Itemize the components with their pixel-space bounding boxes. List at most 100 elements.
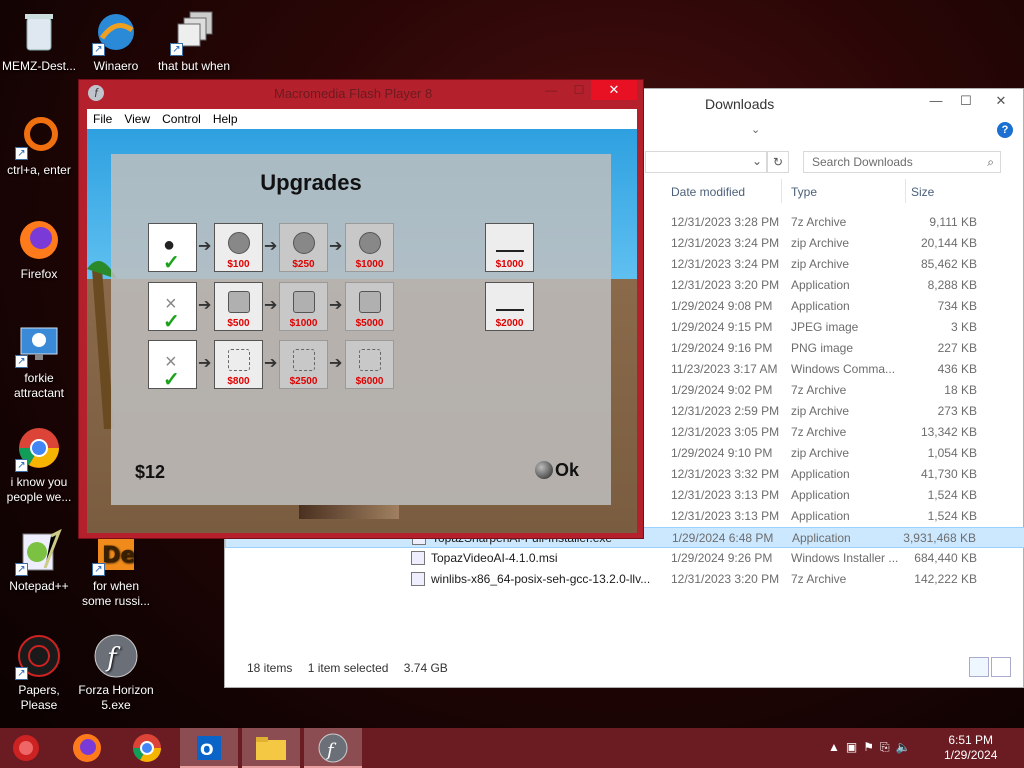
- cell-date: 1/29/2024 9:16 PM: [671, 341, 773, 355]
- folder-shortcut-icon: ↗: [170, 8, 218, 56]
- cell-type: JPEG image: [791, 320, 859, 334]
- close-button[interactable]: ✕: [981, 89, 1021, 113]
- cell-size: 734 KB: [937, 299, 977, 313]
- desktop-icon-notepadpp[interactable]: ↗ Notepad++: [1, 528, 77, 594]
- column-header-date[interactable]: Date modified: [671, 185, 745, 199]
- upgrade-slot[interactable]: $250: [279, 223, 328, 272]
- cell-size: 1,054 KB: [927, 446, 977, 460]
- cell-name: TopazVideoAI-4.1.0.msi: [431, 551, 558, 565]
- menu-control[interactable]: Control: [156, 109, 207, 129]
- notepadpp-icon: ↗: [15, 528, 63, 576]
- desktop-icon-that-but-when[interactable]: ↗ that but when: [156, 8, 232, 76]
- arrow-icon: ➔: [264, 238, 278, 255]
- taskbar-flash-player[interactable]: f: [304, 728, 362, 768]
- clock-time: 6:51 PM: [948, 733, 994, 747]
- outlook-icon: O: [197, 736, 221, 760]
- upgrade-slot[interactable]: ● ✓: [148, 223, 197, 274]
- upgrade-price: $100: [227, 259, 250, 270]
- upgrade-slot[interactable]: $5000: [345, 282, 394, 331]
- slingshot-icon: [496, 232, 524, 252]
- special-upgrade-slot[interactable]: $2000: [485, 282, 534, 331]
- upgrade-slot[interactable]: × ✓: [148, 340, 197, 391]
- tiles-view-icon[interactable]: [991, 657, 1011, 677]
- ok-label: Ok: [555, 460, 580, 480]
- desktop-icon-de[interactable]: De ↗ for when some russi...: [78, 528, 154, 609]
- start-button[interactable]: [0, 728, 52, 768]
- cell-type: 7z Archive: [791, 383, 847, 397]
- upgrade-slot[interactable]: $100: [214, 223, 263, 272]
- taskbar-file-explorer[interactable]: [242, 728, 300, 768]
- special-upgrade-slot[interactable]: $1000: [485, 223, 534, 272]
- menu-file[interactable]: File: [87, 109, 118, 129]
- menu-view[interactable]: View: [118, 109, 156, 129]
- desktop-icon-ctrl-a[interactable]: ↗ ctrl+a, enter: [1, 112, 77, 178]
- menu-help[interactable]: Help: [207, 109, 244, 129]
- refresh-button[interactable]: ↻: [767, 151, 789, 173]
- desktop-icon-papers-please[interactable]: ↗ Papers, Please: [1, 632, 77, 713]
- address-dropdown[interactable]: ⌄: [645, 151, 767, 173]
- chevron-down-icon[interactable]: ⌄: [751, 123, 760, 136]
- desktop-icon-firefox[interactable]: Firefox: [1, 216, 77, 282]
- monitor-gear-icon: ↗: [15, 320, 63, 368]
- clock[interactable]: 6:51 PM 1/29/2024: [944, 733, 997, 763]
- recycle-bin-icon: [15, 8, 63, 56]
- action-center-icon[interactable]: ⚑: [863, 740, 874, 754]
- flash-player-window[interactable]: f Macromedia Flash Player 8 — ☐ ✕ File Vi…: [78, 79, 644, 539]
- flash-titlebar[interactable]: f Macromedia Flash Player 8 — ☐ ✕: [79, 80, 643, 106]
- usb-icon[interactable]: ⎘: [880, 740, 890, 754]
- flash-stage[interactable]: Upgrades ● ✓ ➔ $100 ➔ $250 ➔ $1000 × ✓ ➔ $500 ➔ $1000…: [87, 129, 637, 533]
- cell-size: 9,111 KB: [929, 215, 977, 229]
- column-divider: [905, 179, 906, 203]
- desktop-icon-label: Winaero Tweaker: [93, 59, 139, 76]
- stickman-icon: [359, 349, 381, 371]
- help-icon[interactable]: ?: [997, 122, 1013, 138]
- desktop-icon-label: Forza Horizon 5.exe: [78, 683, 154, 712]
- upgrade-slot[interactable]: $1000: [345, 223, 394, 272]
- taskbar-firefox[interactable]: [58, 728, 116, 768]
- taskbar-outlook[interactable]: O: [180, 728, 238, 768]
- upgrade-price: $1000: [495, 259, 524, 270]
- cell-date: 12/31/2023 2:59 PM: [671, 404, 780, 418]
- minimize-button[interactable]: —: [921, 89, 951, 113]
- upgrade-slot[interactable]: $800: [214, 340, 263, 389]
- clock-date: 1/29/2024: [944, 748, 998, 762]
- cell-size: 436 KB: [937, 362, 977, 376]
- ok-button[interactable]: Ok: [535, 460, 579, 481]
- desktop-icon-forza[interactable]: f Forza Horizon 5.exe: [78, 632, 154, 713]
- search-input[interactable]: Search Downloads ⌕: [803, 151, 1001, 173]
- desktop-icon-recycle[interactable]: MEMZ-Dest...: [1, 8, 77, 74]
- chrome-icon: [133, 734, 161, 762]
- details-view-icon[interactable]: [969, 657, 989, 677]
- ball-icon: [359, 232, 381, 254]
- table-row[interactable]: TopazVideoAI-4.1.0.msi 1/29/2024 9:26 PM W…: [225, 548, 1024, 569]
- column-header-size[interactable]: Size: [911, 185, 934, 199]
- minimize-button[interactable]: —: [537, 80, 565, 100]
- cell-size: 85,462 KB: [920, 257, 977, 271]
- column-header-type[interactable]: Type: [791, 185, 817, 199]
- maximize-button[interactable]: ☐: [951, 89, 981, 113]
- taskbar-chrome[interactable]: [118, 728, 176, 768]
- cell-date: 1/29/2024 6:48 PM: [672, 531, 774, 545]
- upgrade-slot[interactable]: $1000: [279, 282, 328, 331]
- desktop-icon-label: forkie attractant: [13, 371, 65, 400]
- cell-type: PNG image: [791, 341, 854, 355]
- maximize-button[interactable]: ☐: [565, 80, 593, 100]
- ball-icon: [293, 232, 315, 254]
- volume-icon[interactable]: 🔈: [896, 740, 911, 754]
- upgrade-slot[interactable]: × ✓: [148, 282, 197, 333]
- table-row[interactable]: winlibs-x86_64-posix-seh-gcc-13.2.0-llv.…: [225, 569, 1024, 590]
- upgrade-slot[interactable]: $2500: [279, 340, 328, 389]
- catapult-icon: [496, 291, 524, 311]
- search-placeholder: Search Downloads: [812, 155, 913, 169]
- upgrade-price: $500: [227, 318, 250, 329]
- desktop-icon-forkie[interactable]: ↗ forkie attractant: [1, 320, 77, 401]
- money-counter: $12: [135, 462, 166, 482]
- desktop-icon-winaero[interactable]: ↗ Winaero Tweaker: [78, 8, 154, 76]
- arrow-icon: ➔: [329, 238, 343, 255]
- network-icon[interactable]: ▣: [846, 740, 857, 754]
- upgrade-slot[interactable]: $6000: [345, 340, 394, 389]
- close-button[interactable]: ✕: [591, 80, 637, 100]
- upgrade-slot[interactable]: $500: [214, 282, 263, 331]
- show-hidden-icon[interactable]: ▲: [828, 740, 840, 754]
- desktop-icon-chrome[interactable]: ↗ i know you people we...: [1, 424, 77, 505]
